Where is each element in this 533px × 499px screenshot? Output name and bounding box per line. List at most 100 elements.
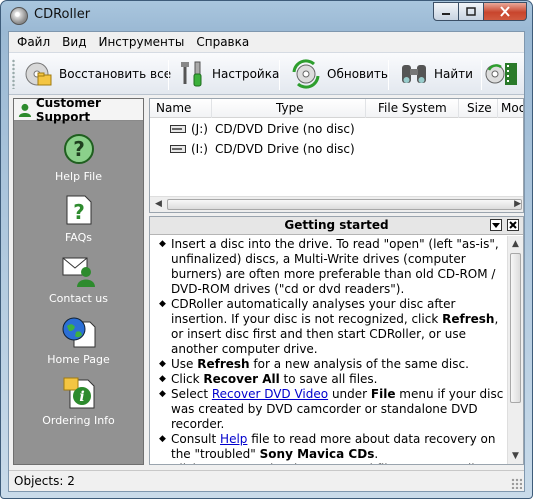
help-link[interactable]: Help (220, 432, 247, 446)
bold-text: Refresh (197, 357, 250, 371)
column-header-name[interactable]: Name (150, 99, 212, 118)
refresh-icon (292, 59, 320, 89)
scrollbar-thumb[interactable] (167, 199, 522, 210)
scroll-right-icon[interactable]: ▶ (514, 199, 521, 209)
table-row[interactable]: (I:) CD/DVD Drive (no disc) (150, 139, 510, 159)
title-bar[interactable]: CDRoller (1, 1, 532, 31)
panel-content: Insert a disc into the drive. To read "o… (159, 237, 504, 464)
text-run: Click (171, 462, 203, 464)
column-header-file-system[interactable]: File System (366, 99, 459, 118)
panel-menu-button[interactable] (490, 219, 502, 231)
scroll-down-icon[interactable]: ▼ (512, 451, 519, 461)
svg-text:?: ? (73, 137, 85, 161)
menu-bar: Файл Вид Инструменты Справка (9, 32, 524, 52)
close-button[interactable] (484, 2, 527, 21)
toolbar: Восстановить все Настройка Обновить Найт… (9, 52, 524, 95)
panel-close-button[interactable] (507, 219, 519, 231)
dvd-video-button[interactable] (485, 56, 521, 92)
drive-type: CD/DVD Drive (no disc) (215, 122, 355, 136)
find-button[interactable]: Найти (394, 56, 478, 92)
dvd-film-icon (485, 63, 517, 85)
info-document-icon: i (63, 377, 94, 409)
panel-title: Getting started (150, 217, 523, 235)
support-person-icon (18, 103, 32, 117)
toolbar-separator (168, 60, 169, 90)
toolbar-separator (388, 60, 389, 90)
text-run: Consult (171, 432, 221, 446)
menu-help[interactable]: Справка (190, 35, 255, 49)
text-run: CDRoller automatically analyses your dis… (171, 297, 456, 326)
text-run: Use (171, 357, 198, 371)
minimize-icon (442, 12, 450, 15)
restore-all-button[interactable]: Восстановить все (19, 56, 176, 92)
text-run: Click (171, 372, 204, 386)
binoculars-icon (402, 65, 426, 83)
client-area: Файл Вид Инструменты Справка Восстановит… (8, 31, 525, 492)
table-row[interactable]: (J:) CD/DVD Drive (no disc) (150, 119, 510, 139)
text-run: Select (171, 387, 212, 401)
menu-file[interactable]: Файл (11, 35, 56, 49)
sidebar-item-label: Contact us (49, 292, 108, 305)
bold-text: Recover All (203, 372, 280, 386)
scroll-left-icon[interactable]: ◀ (155, 199, 162, 209)
text-run: . (374, 447, 379, 461)
restore-all-label: Восстановить все (59, 67, 172, 81)
drive-type: CD/DVD Drive (no disc) (215, 142, 355, 156)
restore-icon (25, 62, 52, 86)
sidebar-item-help-file[interactable]: ? Help File (14, 133, 143, 183)
bullet-item: Consult Help file to read more about dat… (159, 432, 504, 462)
maximize-icon (466, 7, 476, 16)
drive-list: Name Type File System Size Modi (J:) CD/… (149, 98, 524, 213)
toolbar-grip[interactable] (12, 59, 15, 89)
bullet-item: Use Refresh for a new analysis of the sa… (159, 357, 504, 372)
toolbar-separator (481, 60, 482, 90)
status-bar: Objects: 2 (9, 470, 524, 491)
menu-tools[interactable]: Инструменты (92, 35, 190, 49)
vertical-scrollbar[interactable]: ▲ ▼ (507, 236, 523, 464)
maximize-button[interactable] (459, 2, 484, 21)
text-run: under (328, 387, 371, 401)
resize-grip[interactable] (511, 478, 522, 489)
bold-text: Burn (203, 462, 235, 464)
column-header-type[interactable]: Type (212, 99, 366, 118)
column-headers: Name Type File System Size Modi (150, 99, 523, 118)
sidebar-item-label: Help File (55, 170, 102, 183)
cd-app-icon (10, 7, 28, 25)
cd-drive-icon (170, 125, 186, 133)
column-header-size[interactable]: Size (459, 99, 498, 118)
drive-name: (J:) (191, 122, 208, 136)
text-run: Insert a disc into the drive. To read "o… (171, 237, 499, 296)
toolbar-separator (279, 60, 280, 90)
sidebar-item-home-page[interactable]: Home Page (14, 316, 143, 366)
refresh-button[interactable]: Обновить (285, 56, 393, 92)
question-document-icon: ? (66, 195, 91, 225)
refresh-label: Обновить (327, 67, 388, 81)
bullet-item: Click Recover All to save all files. (159, 372, 504, 387)
sidebar-item-label: Home Page (47, 353, 110, 366)
bold-text: Sony Mavica CDs (259, 447, 375, 461)
text-run: to save all files. (279, 372, 378, 386)
text-run: for a new analysis of the same disc. (249, 357, 469, 371)
close-icon (500, 6, 510, 17)
column-header-modified[interactable]: Modi (498, 99, 523, 118)
bold-text: Refresh (442, 312, 495, 326)
svg-text:i: i (79, 389, 84, 405)
question-circle-icon: ? (63, 134, 94, 164)
help-link[interactable]: Recover DVD Video (212, 387, 328, 401)
sidebar-item-label: Ordering Info (42, 414, 115, 427)
tools-icon (181, 61, 202, 87)
sidebar-item-faqs[interactable]: ? FAQs (14, 194, 143, 244)
horizontal-scrollbar[interactable]: ◀ ▶ (150, 196, 523, 212)
sidebar-header[interactable]: Customer Support (14, 96, 143, 124)
scrollbar-thumb[interactable] (510, 253, 521, 403)
bullet-item: Click Burn to write the recovered files … (159, 462, 504, 464)
minimize-button[interactable] (433, 2, 459, 21)
close-icon (509, 221, 517, 229)
settings-button[interactable]: Настройка (174, 56, 284, 92)
menu-view[interactable]: Вид (56, 35, 92, 49)
scroll-up-icon[interactable]: ▲ (512, 239, 519, 249)
sidebar-item-ordering-info[interactable]: i Ordering Info (14, 377, 143, 427)
status-text: Objects: 2 (14, 474, 75, 488)
sidebar-item-contact-us[interactable]: Contact us (14, 255, 143, 305)
bold-text: File (370, 387, 396, 401)
